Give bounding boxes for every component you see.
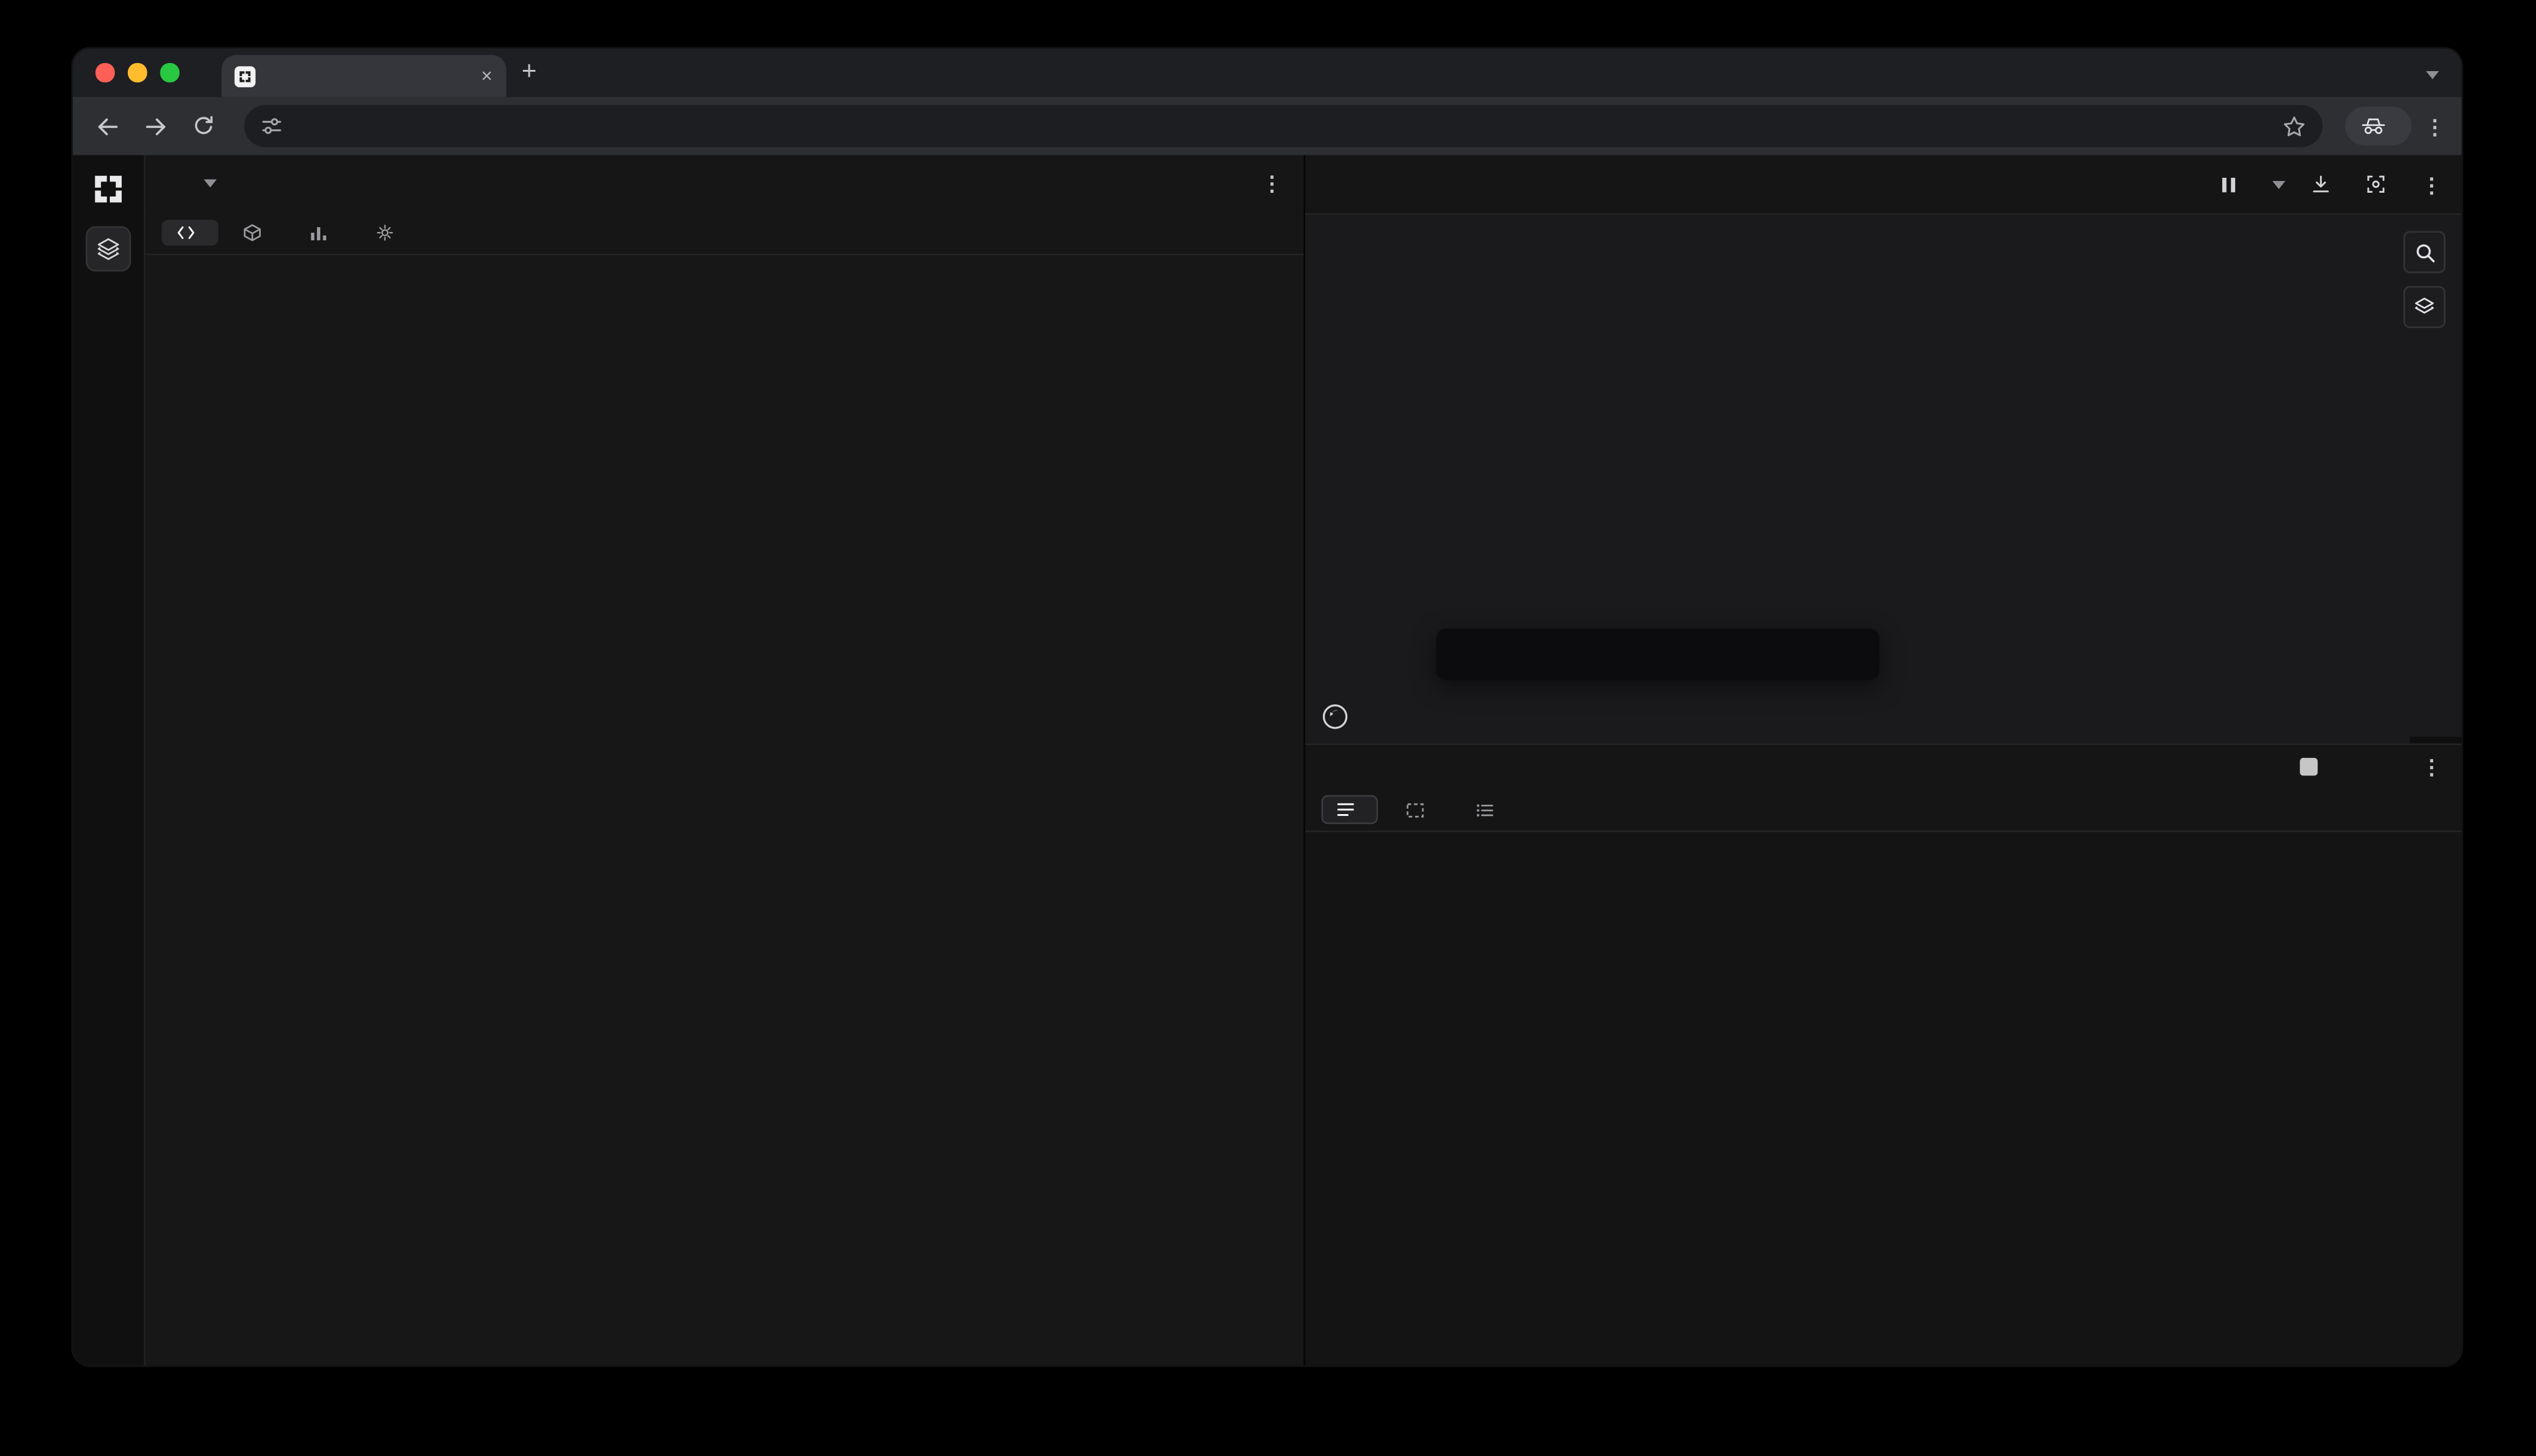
browser-tab[interactable]: × <box>220 55 505 97</box>
url-bar[interactable] <box>244 105 2323 147</box>
close-window-button[interactable] <box>95 63 114 82</box>
tab-module[interactable] <box>228 218 285 248</box>
mapbox-logo[interactable] <box>1322 703 1357 730</box>
tab-request-details[interactable] <box>1460 794 1517 825</box>
stdout-icon <box>1337 803 1354 816</box>
request-details-icon <box>1476 803 1493 816</box>
window-controls <box>95 63 179 82</box>
tab-settings[interactable] <box>361 218 417 248</box>
map-attribution <box>2409 737 2462 744</box>
editor-panel: ⋮ <box>145 155 1305 1366</box>
status-square <box>2299 757 2318 776</box>
download-screenshot-button[interactable] <box>2366 175 2396 194</box>
map-view[interactable] <box>1305 215 2462 744</box>
tab-close-icon[interactable]: × <box>481 66 492 85</box>
code-editor[interactable] <box>145 255 1304 1366</box>
incognito-icon <box>2362 119 2385 134</box>
layers-icon <box>97 238 119 260</box>
gear-icon <box>377 225 393 241</box>
download-results-button[interactable] <box>2311 175 2341 194</box>
udf-explorer-button[interactable] <box>85 226 131 272</box>
elapsed-group <box>2287 757 2318 776</box>
map-header: ⋮ <box>1305 155 2462 215</box>
app-content: ⋮ ⋮ ⋮ <box>72 155 2462 1366</box>
minimize-window-button[interactable] <box>127 63 147 82</box>
results-header: ⋮ <box>1305 743 2462 789</box>
screenshot-icon <box>2367 175 2385 193</box>
tab-selected-object[interactable] <box>1391 794 1448 825</box>
browser-menu-icon[interactable]: ⋮ <box>2424 115 2446 137</box>
map-layers-button[interactable] <box>2403 286 2446 328</box>
browser-toolbar: ⋮ <box>72 97 2462 155</box>
reload-button[interactable] <box>186 109 222 144</box>
mapbox-icon <box>1322 704 1348 729</box>
tab-search-icon[interactable] <box>2426 58 2439 87</box>
browser-tabstrip: × + <box>72 48 2462 97</box>
map-actions: ⋮ <box>2221 173 2442 195</box>
back-button[interactable] <box>89 109 125 144</box>
map-results-panel: ⋮ ⋮ <box>1305 155 2462 1366</box>
results-tabbar <box>1305 789 2462 833</box>
site-info-icon[interactable] <box>260 115 283 137</box>
app-rail <box>72 155 146 1366</box>
bookmark-star-icon[interactable] <box>2282 114 2306 138</box>
freeze-button[interactable] <box>2221 175 2246 193</box>
download-icon <box>2313 175 2329 193</box>
incognito-badge <box>2345 106 2412 146</box>
chevron-down-icon <box>203 179 217 188</box>
forward-button[interactable] <box>137 109 173 144</box>
map-search-button[interactable] <box>2403 231 2446 273</box>
search-icon <box>2416 243 2434 262</box>
pause-icon <box>2222 177 2235 192</box>
map-tooltip <box>1436 628 1880 681</box>
editor-tabbar <box>145 211 1304 256</box>
maximize-window-button[interactable] <box>160 63 179 82</box>
stdout-output[interactable] <box>1305 832 2462 1366</box>
tab-stdout[interactable] <box>1321 795 1378 825</box>
editor-menu-icon[interactable]: ⋮ <box>1262 173 1283 194</box>
chart-icon <box>311 227 326 241</box>
layers-icon <box>2415 298 2434 314</box>
editor-header: ⋮ <box>145 155 1304 212</box>
code-icon <box>177 226 195 240</box>
map-menu-icon[interactable]: ⋮ <box>2421 173 2442 195</box>
tab-visualize[interactable] <box>295 218 351 248</box>
tab-editor[interactable] <box>162 220 218 246</box>
fused-logo <box>90 172 126 207</box>
freeze-dropdown-icon[interactable] <box>2272 180 2286 188</box>
module-icon <box>243 224 261 241</box>
select-box-icon <box>1407 802 1424 817</box>
screenshot-stage: × + ⋮ ⋮ ⋮ ⋮ <box>0 0 2536 1456</box>
results-menu-icon[interactable]: ⋮ <box>2421 756 2442 777</box>
cache-mode-dropdown[interactable] <box>196 179 217 188</box>
new-tab-button[interactable]: + <box>522 59 537 85</box>
fused-favicon <box>233 65 255 87</box>
browser-window: × + ⋮ ⋮ ⋮ ⋮ <box>72 48 2462 1366</box>
